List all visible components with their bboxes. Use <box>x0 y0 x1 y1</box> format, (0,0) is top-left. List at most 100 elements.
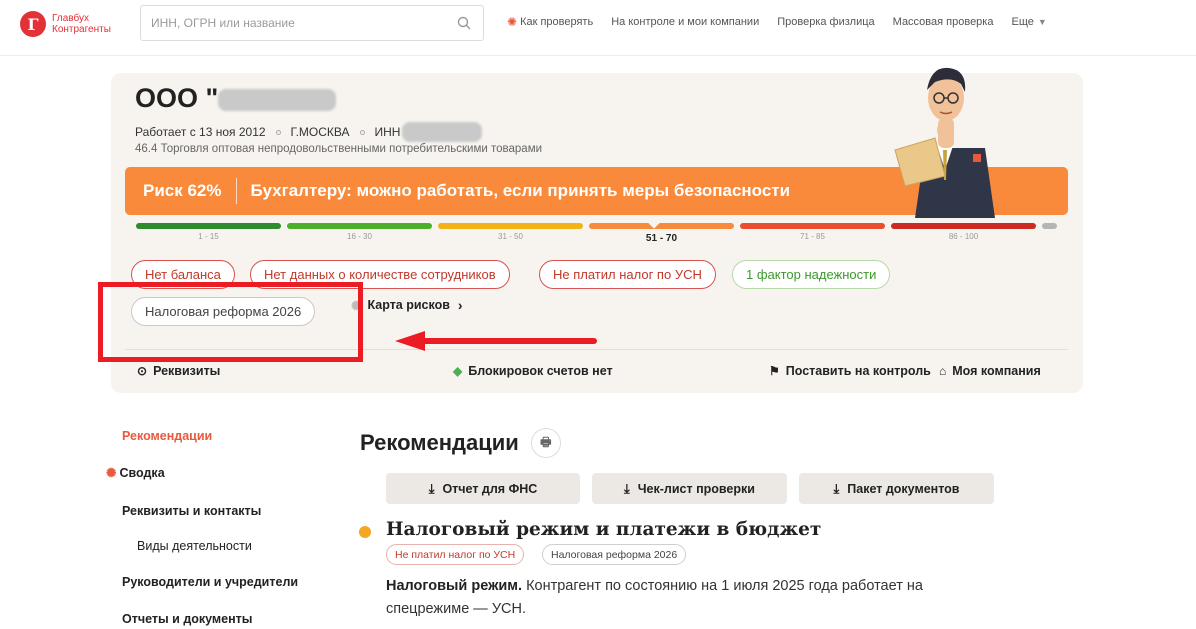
status-dot <box>359 526 371 538</box>
search-box <box>140 5 484 41</box>
sidenav-item-reports[interactable]: Отчеты и документы <box>122 612 252 626</box>
para-bold: Налоговый режим. <box>386 578 523 594</box>
account-blocks-status[interactable]: ◆ Блокировок счетов нет <box>453 364 613 378</box>
more-icon: ⊙ <box>137 364 148 378</box>
nav-more[interactable]: Еще ▼ <box>1011 15 1046 29</box>
chevron-right-icon: › <box>457 297 463 313</box>
chip-tax-reform-small[interactable]: Налоговая реформа 2026 <box>542 544 687 565</box>
button-label: Отчет для ФНС <box>442 481 538 496</box>
chip-label: Нет баланса <box>145 267 221 282</box>
risk-scale-label: 1 - 15 <box>198 232 219 241</box>
top-bar: Г Главбух Контрагенты ✺Как проверять На … <box>0 0 1196 56</box>
requisites-button[interactable]: ⊙ Реквизиты <box>137 364 220 378</box>
logo[interactable]: Г Главбух Контрагенты <box>20 9 130 39</box>
chip-no-usn-small[interactable]: Не платил налог по УСН <box>386 544 525 565</box>
shield-check-icon: ◆ <box>453 364 463 378</box>
download-icon: ⤓ <box>428 480 435 496</box>
gear-icon: ✺ <box>507 15 518 29</box>
okved-text: 46.4 Торговля оптовая непродовольственны… <box>135 143 543 155</box>
chip-reliability[interactable]: 1 фактор надежности <box>732 260 891 289</box>
risk-scale-pointer <box>648 217 660 229</box>
nav-label: Массовая проверка <box>892 16 994 28</box>
search-icon[interactable] <box>457 16 471 30</box>
download-icon: ⤓ <box>833 480 840 496</box>
my-company-label: Моя компания <box>952 364 1041 378</box>
sidenav-item-summary[interactable]: ✺ Сводка <box>106 465 165 480</box>
chip-no-usn[interactable]: Не платил налог по УСН <box>539 260 716 289</box>
sidenav-item-recommendations[interactable]: Рекомендации <box>122 429 212 443</box>
nav-label: Как проверять <box>520 16 594 28</box>
risk-scale-label: 16 - 30 <box>347 232 372 241</box>
risk-map-label: Карта рисков <box>367 298 450 312</box>
add-to-control-button[interactable]: ⚑ Поставить на контроль <box>769 364 931 378</box>
home-icon: ⌂ <box>939 364 947 378</box>
chip-label: Не платил налог по УСН <box>395 548 516 561</box>
flag-icon: ⚑ <box>769 364 780 378</box>
redacted-name <box>218 88 337 111</box>
print-icon[interactable]: 🖶 <box>530 428 561 458</box>
company-name-prefix: ООО " <box>135 83 219 113</box>
annotation-highlight-box <box>98 282 363 362</box>
chip-label: Нет данных о количестве сотрудников <box>264 267 496 282</box>
chip-label: Налоговая реформа 2026 <box>551 548 678 561</box>
nav-label: На контроле и мои компании <box>611 16 760 28</box>
risk-scale-segment <box>589 217 734 229</box>
annotation-arrow-icon <box>395 331 597 351</box>
company-name: ООО " <box>135 83 337 114</box>
search-input[interactable] <box>141 6 441 40</box>
risk-scale-end <box>1042 223 1057 229</box>
nav-label: Еще <box>1011 16 1034 28</box>
account-blocks-label: Блокировок счетов нет <box>468 364 613 378</box>
risk-map-link[interactable]: ✺ Карта рисков › <box>351 297 463 313</box>
nav-person-check[interactable]: Проверка физлица <box>777 15 874 29</box>
risk-scale-label: 71 - 85 <box>800 232 825 241</box>
risk-percent: Риск 62% <box>125 178 237 204</box>
risk-scale-label: 51 - 70 <box>645 233 678 244</box>
add-to-control-label: Поставить на контроль <box>785 364 931 378</box>
documents-package-button[interactable]: ⤓ Пакет документов <box>799 473 994 504</box>
chevron-down-icon: ▼ <box>1037 17 1047 27</box>
inn-label: ИНН <box>374 125 401 139</box>
risk-scale-label: 31 - 50 <box>498 232 523 241</box>
sidenav-item-requisites[interactable]: Реквизиты и контакты <box>122 504 261 518</box>
nav-how-to-check[interactable]: ✺ Как проверять <box>507 15 593 29</box>
risk-scale: 1 - 15 16 - 30 31 - 50 51 - 70 71 - 85 86 - 1… <box>136 217 1061 247</box>
nav-mass-check[interactable]: Массовая проверка <box>893 15 994 29</box>
logo-line-1: Главбух <box>52 13 89 24</box>
checklist-button[interactable]: ⤓ Чек-лист проверки <box>592 473 787 504</box>
tax-regime-paragraph: Налоговый режим. Контрагент по состоянию… <box>386 575 986 621</box>
risk-scale-segment <box>287 223 432 229</box>
risk-scale-label: 86 - 100 <box>948 232 979 241</box>
requisites-label: Реквизиты <box>153 364 221 378</box>
separator-icon <box>359 129 365 135</box>
nav-label: Проверка физлица <box>777 16 875 28</box>
fns-report-button[interactable]: ⤓ Отчет для ФНС <box>386 473 580 504</box>
button-label: Чек-лист проверки <box>637 481 755 496</box>
separator-icon <box>275 129 281 135</box>
company-meta: Работает с 13 ноя 2012 Г.МОСКВА ИНН <box>135 122 483 142</box>
risk-scale-segment <box>136 223 281 229</box>
sidenav-item-management[interactable]: Руководители и учредители <box>122 575 298 589</box>
gear-icon: ✺ <box>106 466 117 480</box>
risk-message: Бухгалтеру: можно работать, если принять… <box>250 181 791 200</box>
chip-label: 1 фактор надежности <box>746 267 877 282</box>
download-icon: ⤓ <box>624 480 630 496</box>
logo-icon: Г <box>20 11 46 37</box>
page-title-text: Рекомендации <box>360 430 519 455</box>
accountant-illustration <box>894 67 995 218</box>
risk-scale-segment <box>891 223 1036 229</box>
redacted-inn <box>402 122 483 142</box>
button-label: Пакет документов <box>847 481 960 496</box>
logo-line-2: Контрагенты <box>52 24 111 35</box>
page-title: Рекомендации 🖶 <box>360 428 561 458</box>
sidenav-label: Сводка <box>119 466 165 480</box>
my-company-button[interactable]: ⌂ Моя компания <box>939 364 1041 378</box>
section-title: Налоговый режим и платежи в бюджет <box>386 519 822 540</box>
nav-monitoring[interactable]: На контроле и мои компании <box>611 15 759 29</box>
risk-scale-segment <box>438 223 583 229</box>
founded-date: Работает с 13 ноя 2012 <box>135 125 266 139</box>
company-city: Г.МОСКВА <box>290 125 350 139</box>
main-nav: ✺ Как проверять На контроле и мои компани… <box>507 15 1065 29</box>
sidenav-item-activities[interactable]: Виды деятельности <box>137 539 252 553</box>
logo-text: Главбух Контрагенты <box>52 13 111 35</box>
